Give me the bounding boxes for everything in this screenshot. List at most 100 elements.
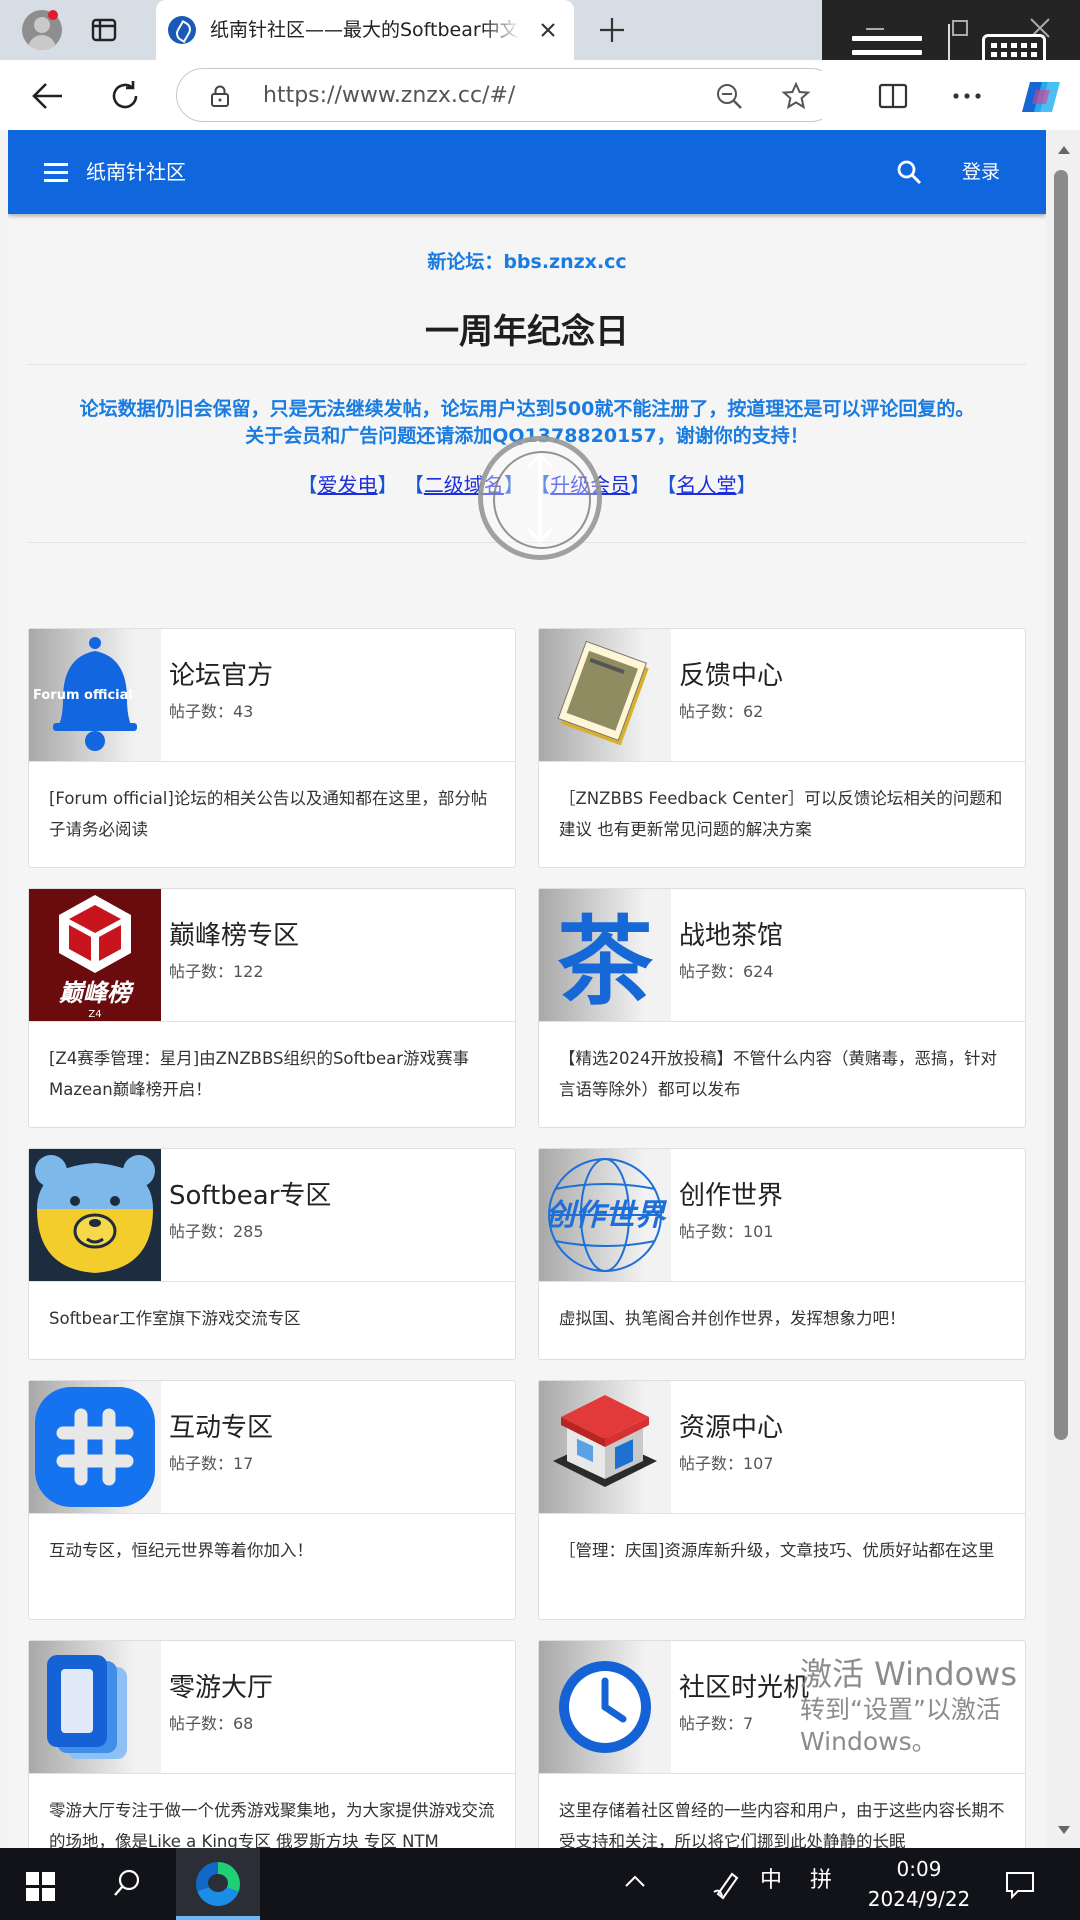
chevron-up-icon[interactable] [624, 1874, 646, 1888]
favorite-star-icon[interactable] [781, 81, 811, 111]
board-card[interactable]: 创作世界 创作世界 帖子数：101 虚拟国、执笔阁合并创作世界，发挥想象力吧！ [538, 1148, 1026, 1360]
active-tab[interactable]: 纸南针社区——最大的Softbear中文社区 [156, 0, 574, 60]
search-icon[interactable] [896, 159, 922, 185]
ime-mode[interactable]: 中 [760, 1866, 782, 1896]
watermark-line-2: 转到“设置”以激活 [800, 1695, 1001, 1724]
scrollbar-thumb[interactable] [1054, 170, 1068, 1440]
split-screen-icon[interactable] [878, 82, 908, 110]
tab-actions-icon[interactable] [90, 16, 118, 44]
link-afadian[interactable]: 爱发电 [317, 473, 377, 497]
lock-icon[interactable] [211, 85, 229, 107]
scroll-down-icon[interactable] [1058, 1826, 1070, 1834]
board-title[interactable]: 战地茶馆 [679, 919, 783, 953]
globe-icon: 创作世界 [539, 1149, 671, 1281]
card-divider [539, 1513, 1025, 1514]
taskbar-search-icon[interactable] [112, 1868, 142, 1898]
board-description: 这里存储着社区曾经的一些内容和用户，由于这些内容长期不受支持和关注，所以将它们挪… [559, 1801, 1005, 1848]
card-divider [539, 1021, 1025, 1022]
store-icon [539, 1381, 671, 1513]
board-card[interactable]: 互动专区 帖子数：17 互动专区，恒纪元世界等着你加入！ [28, 1380, 516, 1620]
anniversary-heading: 一周年纪念日 [425, 312, 629, 352]
board-card[interactable]: Softbear专区 帖子数：285 Softbear工作室旗下游戏交流专区 [28, 1148, 516, 1360]
card-divider [539, 761, 1025, 762]
board-title[interactable]: 零游大厅 [169, 1671, 273, 1705]
back-arrow-icon[interactable] [30, 78, 66, 114]
active-indicator [176, 1916, 260, 1920]
url-text[interactable]: https://www.znzx.cc/#/ [263, 81, 515, 111]
reload-icon[interactable] [108, 78, 144, 114]
board-card[interactable]: 反馈中心 帖子数：62 ［ZNZBBS Feedback Center］可以反馈… [538, 628, 1026, 868]
ime-pinyin[interactable]: 拼 [810, 1866, 832, 1896]
page-scrollbar[interactable] [1046, 130, 1080, 1848]
card-divider [29, 1021, 515, 1022]
card-divider [539, 1773, 1025, 1774]
minimize-icon[interactable] [866, 28, 884, 30]
notice-line-1: 论坛数据仍旧会保留，只是无法继续发帖，论坛用户达到500就不能注册了，按道理还是… [79, 398, 975, 420]
card-divider [539, 1281, 1025, 1282]
board-card[interactable]: Forum official 论坛官方 帖子数：43 [Forum offici… [28, 628, 516, 868]
thumb-label: 创作世界 [545, 1198, 668, 1233]
cube-logo-icon: 巅峰榜 Z4 [29, 889, 161, 1021]
board-post-count: 帖子数：17 [169, 1454, 254, 1473]
board-title[interactable]: 互动专区 [169, 1411, 273, 1445]
board-post-count: 帖子数：122 [169, 962, 264, 981]
taskbar-clock[interactable]: 0:09 2024/9/22 [864, 1854, 974, 1914]
board-post-count: 帖子数：68 [169, 1714, 254, 1733]
watermark-line-1: 激活 Windows [800, 1655, 1018, 1693]
board-title[interactable]: Softbear专区 [169, 1179, 331, 1213]
board-post-count: 帖子数：285 [169, 1222, 264, 1241]
more-options-icon[interactable] [952, 92, 982, 100]
activation-watermark: 激活 Windows 转到“设置”以激活 Windows。 [800, 1654, 1017, 1758]
maximize-icon[interactable] [952, 20, 968, 36]
divider [28, 364, 1026, 365]
address-bar-row: https://www.znzx.cc/#/ [0, 60, 838, 130]
watermark-line-3: Windows。 [800, 1727, 937, 1756]
card-divider [29, 1281, 515, 1282]
board-title[interactable]: 反馈中心 [679, 659, 783, 693]
edge-taskbar-icon[interactable] [176, 1848, 260, 1920]
board-description: 虚拟国、执笔阁合并创作世界，发挥想象力吧！ [559, 1309, 906, 1328]
login-button[interactable]: 登录 [962, 157, 1000, 187]
tab-close-icon[interactable] [534, 16, 562, 44]
board-card[interactable]: 零游大厅 帖子数：68 零游大厅专注于做一个优秀游戏聚集地，为大家提供游戏交流的… [28, 1640, 516, 1848]
board-card[interactable]: 茶 战地茶馆 帖子数：624 【精选2024开放投稿】不管什么内容（黄赌毒，恶搞… [538, 888, 1026, 1128]
board-description: 零游大厅专注于做一个优秀游戏聚集地，为大家提供游戏交流的场地，像是Like a … [49, 1801, 495, 1848]
thumb-label: 巅峰榜 [59, 979, 135, 1007]
board-description: Softbear工作室旗下游戏交流专区 [49, 1309, 301, 1328]
windows-start-icon[interactable] [26, 1872, 56, 1902]
board-title[interactable]: 巅峰榜专区 [169, 919, 299, 953]
hashtag-icon [29, 1381, 161, 1513]
board-post-count: 帖子数：624 [679, 962, 774, 981]
board-title[interactable]: 创作世界 [679, 1179, 783, 1213]
board-description: ［ZNZBBS Feedback Center］可以反馈论坛相关的问题和建议 也… [559, 789, 1003, 839]
pen-icon[interactable] [712, 1870, 742, 1900]
clock-date: 2024/9/22 [867, 1887, 971, 1911]
board-title[interactable]: 资源中心 [679, 1411, 783, 1445]
board-description: 互动专区，恒纪元世界等着你加入！ [49, 1541, 313, 1560]
hamburger-menu-icon[interactable] [44, 163, 68, 182]
scroll-up-icon[interactable] [1058, 146, 1070, 154]
web-page: 纸南针社区 登录 新论坛：bbs.znzx.cc 一周年纪念日 论坛数据仍旧会保… [8, 130, 1046, 1848]
board-title[interactable]: 社区时光机 [679, 1671, 809, 1705]
zoom-out-icon[interactable] [715, 82, 743, 110]
new-forum-link[interactable]: 新论坛：bbs.znzx.cc [8, 248, 1046, 276]
thumb-label: Forum official [33, 688, 133, 703]
board-title[interactable]: 论坛官方 [169, 659, 273, 693]
board-post-count: 帖子数：101 [679, 1222, 774, 1241]
edge-logo-icon [196, 1862, 240, 1906]
copilot-icon[interactable] [1020, 78, 1062, 116]
site-brand[interactable]: 纸南针社区 [86, 157, 186, 187]
new-tab-icon[interactable] [596, 14, 628, 46]
link-hall-of-fame[interactable]: 名人堂 [677, 473, 737, 497]
card-divider [29, 1513, 515, 1514]
board-card[interactable]: 巅峰榜 Z4 巅峰榜专区 帖子数：122 [Z4赛季管理：星月]由ZNZBBS组… [28, 888, 516, 1128]
site-app-bar: 纸南针社区 登录 [8, 130, 1046, 214]
windows-taskbar: 中 拼 0:09 2024/9/22 [0, 1848, 1080, 1920]
screen: 纸南针社区——最大的Softbear中文社区 [0, 0, 1080, 1920]
pan-scroll-cursor-icon [478, 436, 602, 560]
clock-time: 0:09 [896, 1857, 942, 1881]
notification-center-icon[interactable] [1004, 1870, 1036, 1900]
card-divider [29, 1773, 515, 1774]
board-card[interactable]: 资源中心 帖子数：107 ［管理：庆国]资源库新升级，文章技巧、优质好站都在这里 [538, 1380, 1026, 1620]
url-input[interactable]: https://www.znzx.cc/#/ [176, 68, 838, 122]
